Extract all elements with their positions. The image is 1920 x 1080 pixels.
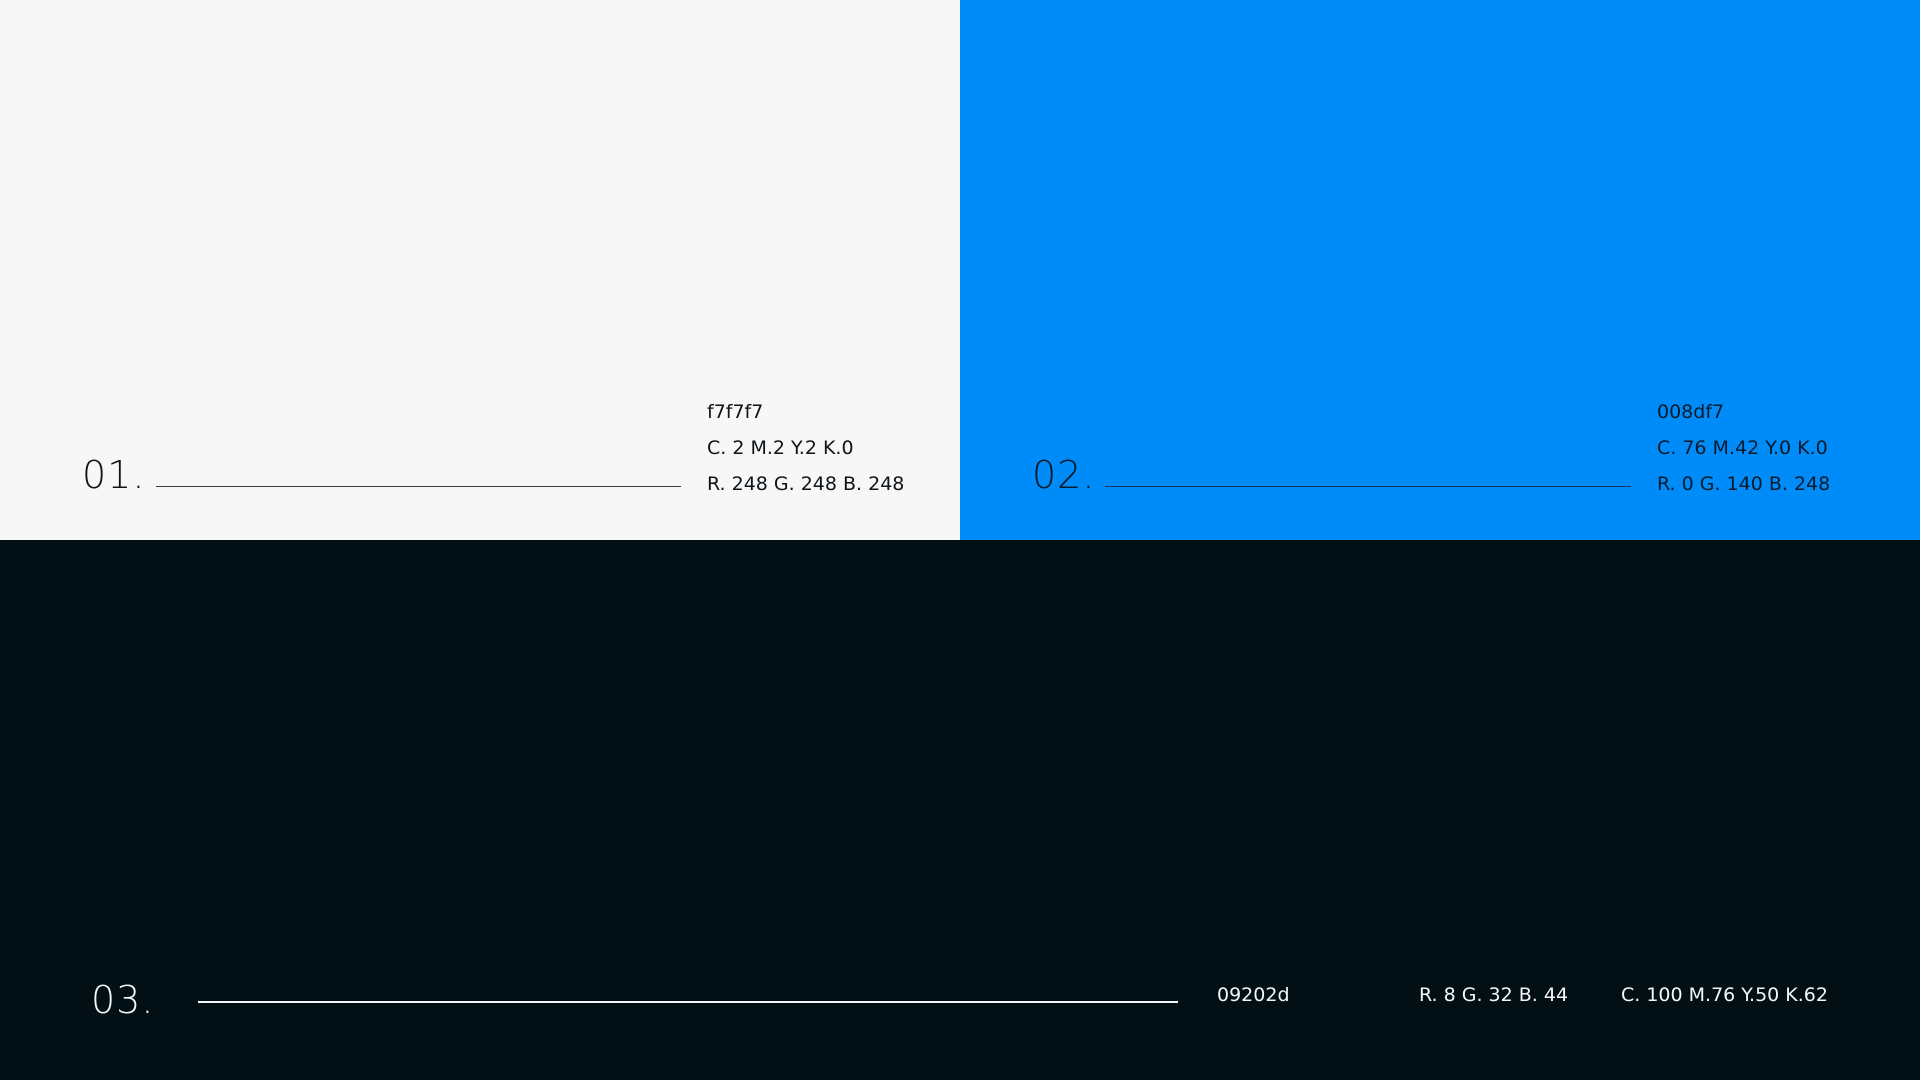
swatch-divider-line (1105, 486, 1631, 487)
swatch-dark: 03. 09202d R. 8 G. 32 B. 44 C. 100 M.76 … (0, 540, 1920, 1080)
hex-value: f7f7f7 (707, 401, 764, 423)
hex-value: 09202d (1217, 984, 1290, 1006)
swatch-number: 02. (1032, 453, 1096, 497)
rgb-value: R. 8 G. 32 B. 44 (1419, 984, 1569, 1006)
cmyk-value: C. 76 M.42 Y.0 K.0 (1657, 437, 1828, 459)
swatch-number: 01. (82, 453, 146, 497)
swatch-divider-line (198, 1001, 1178, 1003)
swatch-number: 03. (91, 978, 155, 1022)
swatch-divider-line (156, 486, 681, 487)
cmyk-value: C. 2 M.2 Y.2 K.0 (707, 437, 854, 459)
hex-value: 008df7 (1657, 401, 1725, 423)
swatch-light: 01. f7f7f7 C. 2 M.2 Y.2 K.0 R. 248 G. 24… (0, 0, 960, 540)
rgb-value: R. 248 G. 248 B. 248 (707, 473, 905, 495)
swatch-blue: 02. 008df7 C. 76 M.42 Y.0 K.0 R. 0 G. 14… (960, 0, 1920, 540)
cmyk-value: C. 100 M.76 Y.50 K.62 (1621, 984, 1828, 1006)
rgb-value: R. 0 G. 140 B. 248 (1657, 473, 1831, 495)
